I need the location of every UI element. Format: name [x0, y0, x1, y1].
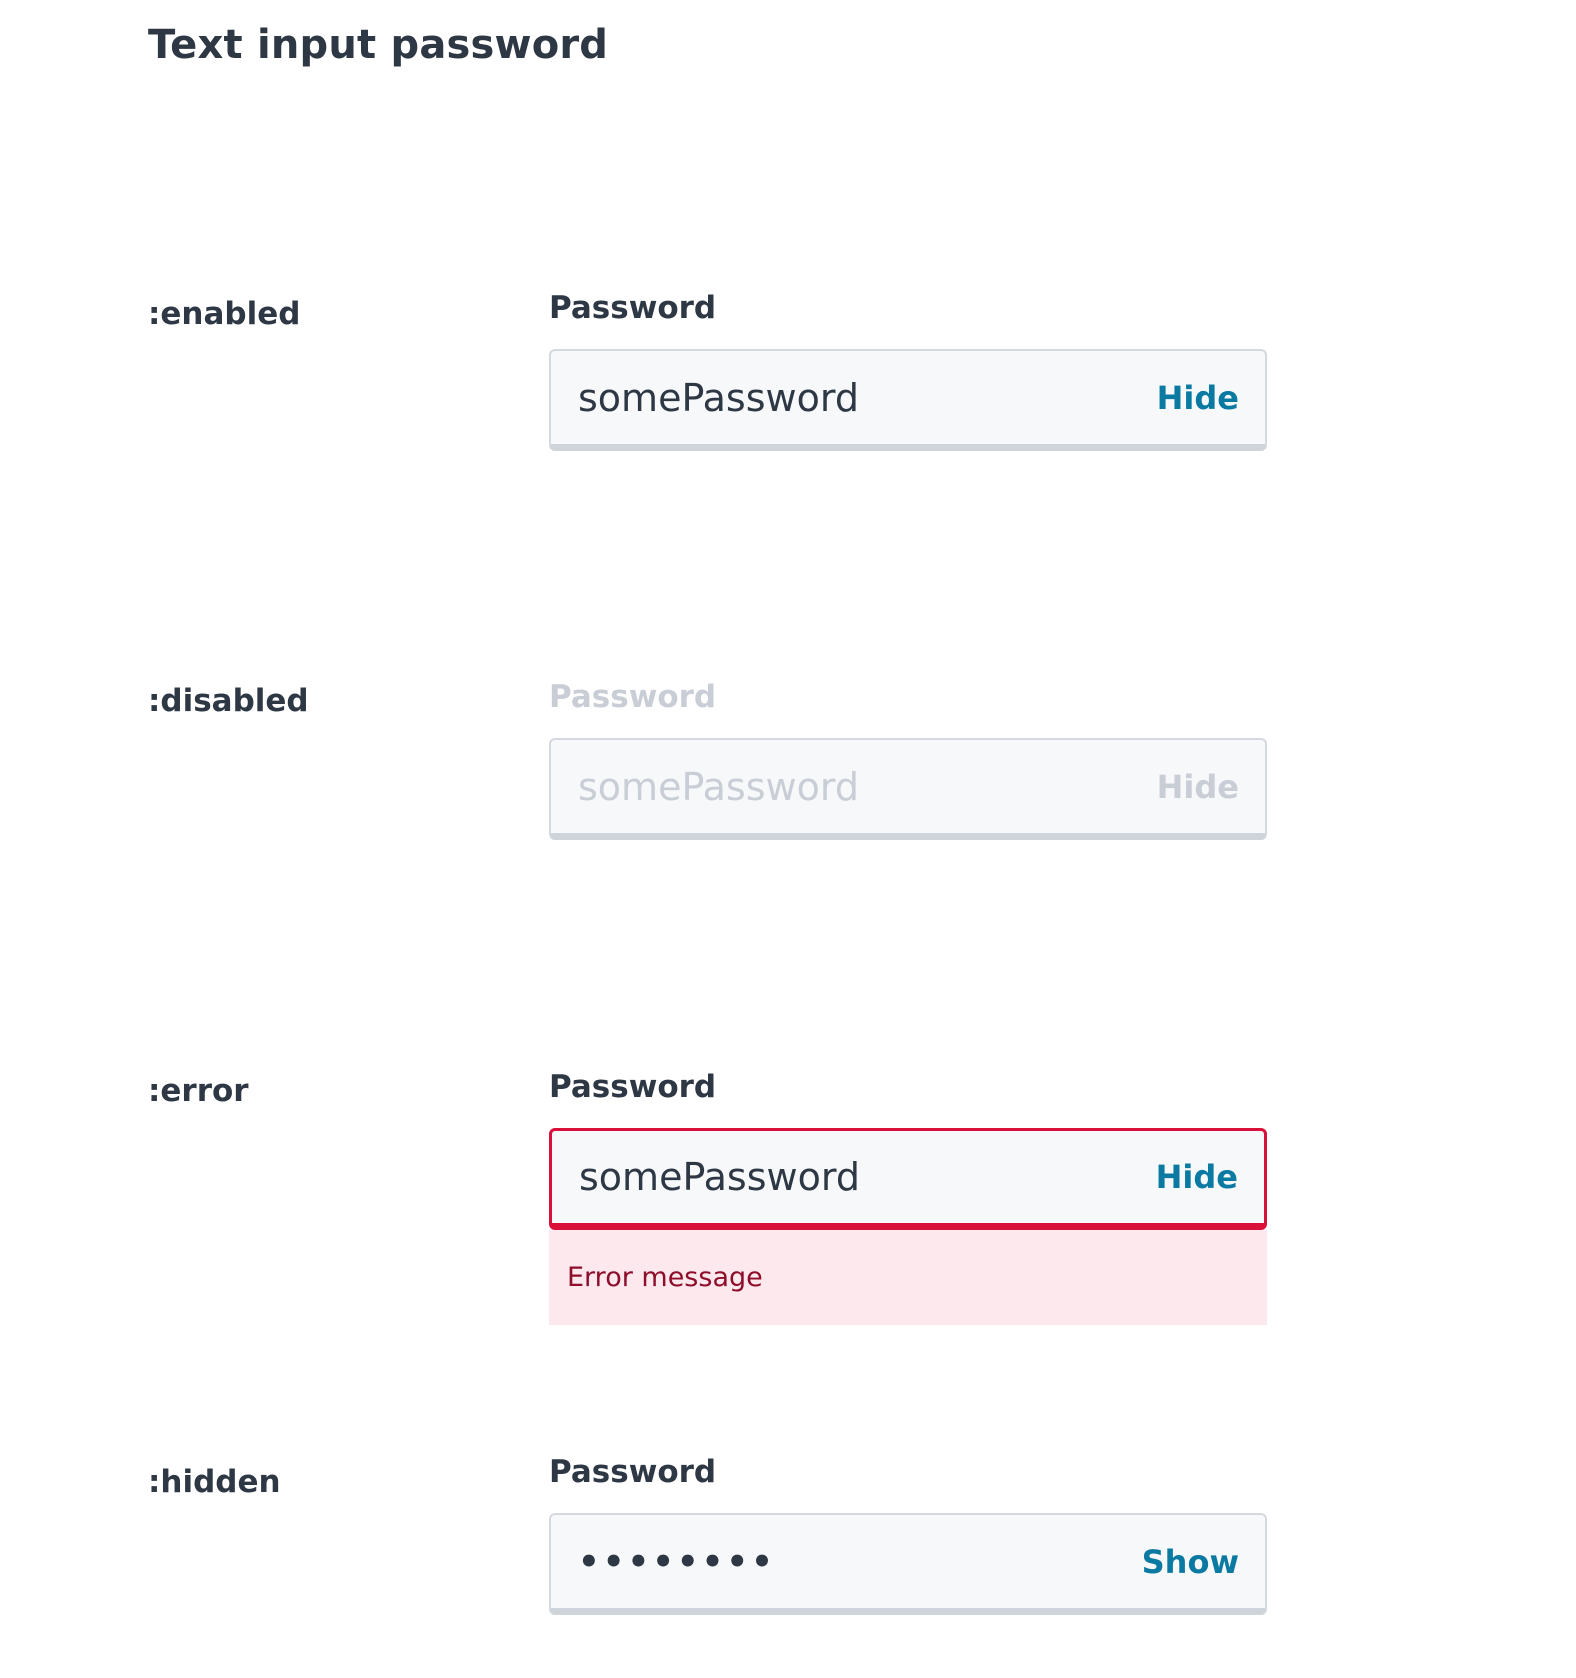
password-value: somePassword [578, 764, 859, 809]
password-label: Password [549, 679, 717, 715]
page-title: Text input password [148, 22, 609, 68]
state-label: :disabled [148, 683, 309, 719]
password-input-masked[interactable]: •••••••• Show [549, 1513, 1267, 1615]
password-input-disabled: somePassword Hide [549, 738, 1267, 840]
hide-password-button-disabled: Hide [1156, 767, 1239, 806]
hide-password-button[interactable]: Hide [1156, 1158, 1238, 1196]
password-value[interactable]: somePassword [578, 376, 859, 420]
password-label: Password [549, 290, 717, 326]
state-label: :enabled [148, 296, 301, 332]
state-label: :error [148, 1073, 249, 1109]
password-value-masked[interactable]: •••••••• [578, 1542, 776, 1582]
password-label: Password [549, 1454, 717, 1490]
error-message: Error message [549, 1230, 1267, 1325]
password-input[interactable]: somePassword Hide [549, 349, 1267, 451]
password-label: Password [549, 1069, 717, 1105]
state-label: :hidden [148, 1464, 281, 1500]
password-input-error[interactable]: somePassword Hide [549, 1128, 1267, 1230]
hide-password-button[interactable]: Hide [1157, 379, 1239, 417]
show-password-button[interactable]: Show [1142, 1543, 1239, 1581]
password-value[interactable]: somePassword [579, 1155, 860, 1199]
